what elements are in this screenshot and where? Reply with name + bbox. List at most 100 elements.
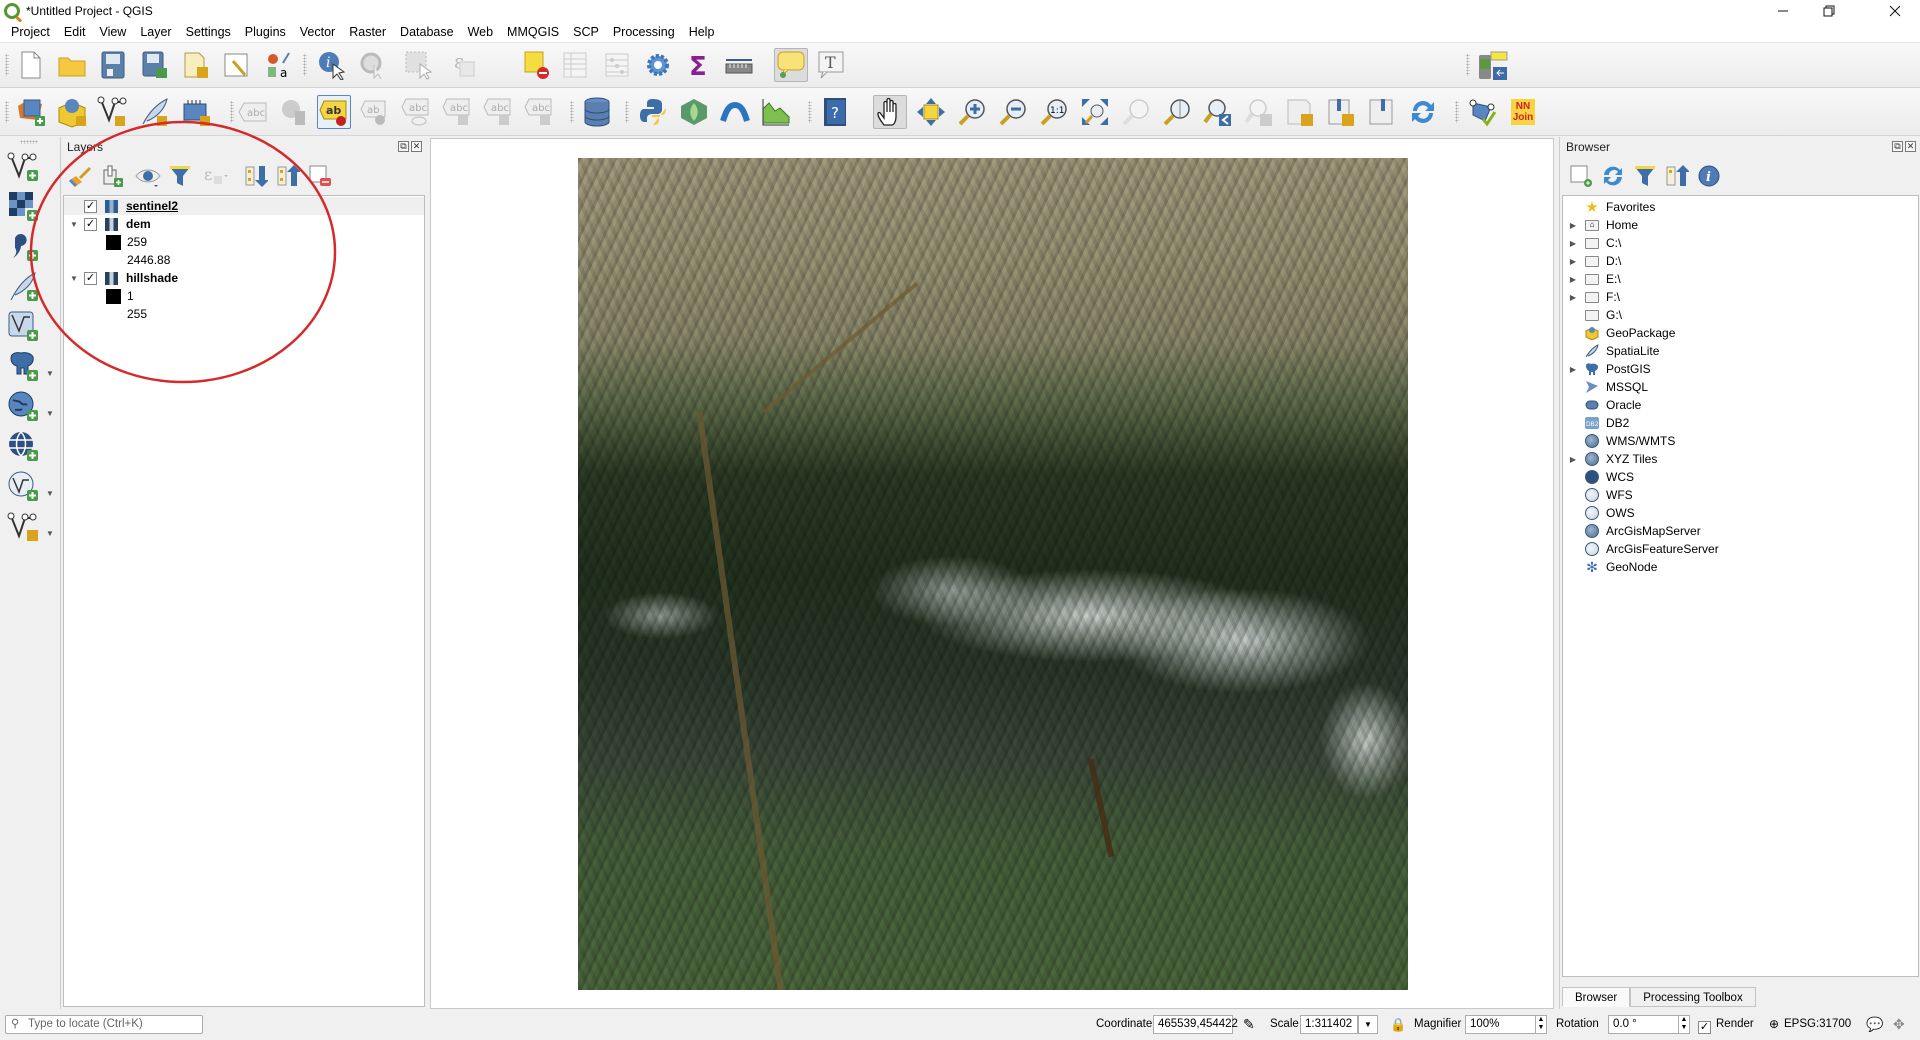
browser-item-d-drive[interactable]: ▶ D:\ xyxy=(1567,252,1621,270)
layout-manager-button[interactable] xyxy=(220,48,254,82)
expand-arrow-icon[interactable]: ▶ xyxy=(1567,455,1579,464)
manage-visibility-button[interactable] xyxy=(131,161,165,191)
zoom-to-selection-button[interactable] xyxy=(1119,95,1153,129)
filter-legend-button[interactable] xyxy=(165,161,195,191)
browser-item-f-drive[interactable]: ▶ F:\ xyxy=(1567,288,1620,306)
close-panel-button[interactable]: ✕ xyxy=(1905,141,1916,152)
menu-layer[interactable]: Layer xyxy=(133,22,178,43)
browser-item-home[interactable]: ▶ ⌂ Home xyxy=(1567,216,1638,234)
gps-tool-button[interactable] xyxy=(1476,48,1510,82)
profile-tool-button[interactable] xyxy=(759,95,793,129)
magnifier-field[interactable]: 100% xyxy=(1465,1015,1541,1034)
menu-mmqgis[interactable]: MMQGIS xyxy=(500,22,566,43)
toolbar-grip[interactable] xyxy=(808,101,812,123)
restore-button[interactable] xyxy=(1806,0,1852,22)
browser-item-geopackage[interactable]: GeoPackage xyxy=(1585,324,1675,342)
add-delimited-text-button[interactable] xyxy=(6,229,40,263)
expand-arrow-icon[interactable]: ▶ xyxy=(1567,275,1579,284)
locator-search-input[interactable]: ⚲ Type to locate (Ctrl+K) xyxy=(5,1015,203,1034)
toolbar-grip[interactable] xyxy=(1455,101,1459,123)
move-label-button[interactable]: abc xyxy=(440,95,474,129)
remove-layer-button[interactable] xyxy=(305,161,335,191)
browser-item-wms[interactable]: WMS/WMTS xyxy=(1585,432,1675,450)
layer-diagram-button[interactable] xyxy=(277,95,311,129)
dropdown-arrow-icon[interactable]: ▼ xyxy=(46,369,54,378)
layer-visibility-checkbox[interactable]: ✓ xyxy=(84,199,97,213)
browser-item-wfs[interactable]: WFS xyxy=(1585,486,1633,504)
expand-arrow-icon[interactable]: ▶ xyxy=(1567,257,1579,266)
network-plugin-button[interactable] xyxy=(718,95,752,129)
expand-arrow-icon[interactable]: ▶ xyxy=(1567,239,1579,248)
scale-dropdown-button[interactable]: ▼ xyxy=(1358,1015,1378,1034)
close-panel-button[interactable]: ✕ xyxy=(411,141,422,152)
menu-raster[interactable]: Raster xyxy=(342,22,393,43)
browser-item-geonode[interactable]: ✻ GeoNode xyxy=(1585,558,1657,576)
menu-vector[interactable]: Vector xyxy=(293,22,342,43)
add-wfs-layer-button[interactable] xyxy=(6,469,40,503)
toolbar-grip[interactable] xyxy=(5,54,9,76)
close-button[interactable] xyxy=(1872,0,1918,22)
browser-item-c-drive[interactable]: ▶ C:\ xyxy=(1567,234,1621,252)
pin-labels-button[interactable]: ab xyxy=(358,95,392,129)
magnifier-spinner[interactable]: ▲ ▼ xyxy=(1535,1015,1547,1034)
add-wms-layer-button[interactable] xyxy=(6,389,40,423)
browser-item-ows[interactable]: OWS xyxy=(1585,504,1635,522)
refresh-button[interactable] xyxy=(1406,95,1440,129)
add-selected-layers-button[interactable] xyxy=(1566,161,1596,191)
python-console-button[interactable] xyxy=(636,95,670,129)
browser-item-arcgis-mapserver[interactable]: ArcGisMapServer xyxy=(1585,522,1701,540)
open-project-button[interactable] xyxy=(55,48,89,82)
collapse-arrow-icon[interactable]: ▼ xyxy=(68,274,80,283)
filter-browser-button[interactable] xyxy=(1630,161,1660,191)
identify-features-button[interactable]: i xyxy=(315,48,349,82)
browser-refresh-button[interactable] xyxy=(1598,161,1628,191)
toolbar-grip[interactable] xyxy=(570,101,574,123)
dropdown-arrow-icon[interactable]: ▼ xyxy=(46,529,54,538)
new-scratch-layer-button[interactable] xyxy=(6,509,40,543)
toolbar-grip[interactable] xyxy=(625,101,629,123)
tab-processing-toolbox[interactable]: Processing Toolbox xyxy=(1630,987,1756,1007)
save-project-button[interactable] xyxy=(96,48,130,82)
browser-item-g-drive[interactable]: G:\ xyxy=(1585,306,1622,324)
layer-visibility-checkbox[interactable]: ✓ xyxy=(84,271,97,285)
new-bookmark-button[interactable] xyxy=(1365,95,1399,129)
scale-field[interactable]: 1:311402 xyxy=(1300,1015,1358,1034)
select-by-expression-button[interactable]: ε xyxy=(448,48,482,82)
menu-web[interactable]: Web xyxy=(461,22,500,43)
menu-edit[interactable]: Edit xyxy=(57,22,93,43)
add-spatialite-button[interactable] xyxy=(6,269,40,303)
pan-to-selection-button[interactable] xyxy=(914,95,948,129)
menu-processing[interactable]: Processing xyxy=(606,22,682,43)
toolbar-grip[interactable] xyxy=(5,101,9,123)
browser-item-favorites[interactable]: ★ Favorites xyxy=(1585,198,1655,216)
browser-item-e-drive[interactable]: ▶ E:\ xyxy=(1567,270,1621,288)
zoom-next-button[interactable] xyxy=(1242,95,1276,129)
field-calculator-button[interactable]: Σ xyxy=(682,48,716,82)
lock-scale-icon[interactable]: 🔒 xyxy=(1390,1015,1406,1034)
menu-plugins[interactable]: Plugins xyxy=(238,22,293,43)
rotation-spinner[interactable]: ▲ ▼ xyxy=(1678,1015,1690,1034)
browser-item-db2[interactable]: DB2 DB2 xyxy=(1585,414,1629,432)
data-source-manager-button[interactable] xyxy=(14,95,48,129)
select-features-button[interactable] xyxy=(402,48,436,82)
messages-icon[interactable]: 💬 xyxy=(1866,1015,1883,1034)
new-print-layout-button[interactable] xyxy=(179,48,213,82)
new-shapefile-button[interactable] xyxy=(96,95,130,129)
collapse-all-button[interactable] xyxy=(273,161,303,191)
highlight-pinned-labels-button[interactable]: ab xyxy=(317,95,351,129)
layer-row-dem[interactable]: ▼ ✓ dem xyxy=(64,215,424,233)
browser-item-oracle[interactable]: Oracle xyxy=(1585,396,1641,414)
new-spatialite-button[interactable] xyxy=(138,95,172,129)
add-virtual-layer-button[interactable] xyxy=(6,309,40,343)
toolbar-grip[interactable] xyxy=(230,101,234,123)
crs-button[interactable]: EPSG:31700 xyxy=(1784,1015,1851,1034)
menu-project[interactable]: Project xyxy=(4,22,57,43)
save-as-button[interactable] xyxy=(138,48,172,82)
new-geopackage-button[interactable] xyxy=(55,95,89,129)
layer-visibility-checkbox[interactable]: ✓ xyxy=(84,217,97,231)
new-virtual-layer-button[interactable] xyxy=(179,95,213,129)
scp-plugin-button[interactable] xyxy=(677,95,711,129)
expand-arrow-icon[interactable]: ▶ xyxy=(1567,221,1579,230)
deselect-all-button[interactable] xyxy=(520,48,554,82)
new-map-view-button[interactable] xyxy=(1283,95,1317,129)
